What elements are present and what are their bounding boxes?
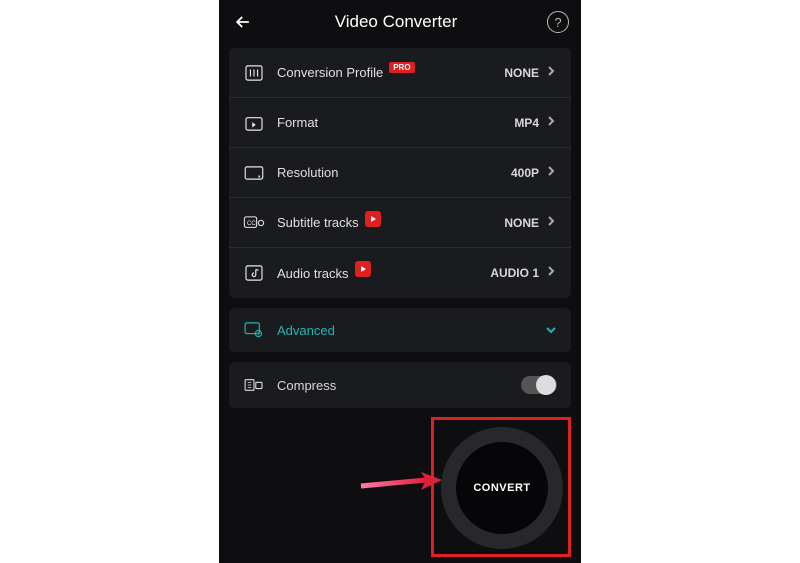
toggle-knob [536,375,556,395]
row-value: MP4 [514,116,539,130]
help-button[interactable]: ? [547,11,569,33]
convert-button[interactable]: CONVERT [441,427,563,549]
row-label: Subtitle tracks [277,215,504,231]
chevron-right-icon [547,214,557,232]
row-compress: Compress [229,362,571,408]
row-label: Advanced [277,323,545,338]
audio-icon [243,264,265,282]
row-label: Resolution [277,165,511,180]
highlight-box: CONVERT [431,417,571,557]
subtitle-icon: CC [243,214,265,232]
play-badge-icon [355,261,371,277]
row-value: NONE [504,216,539,230]
chevron-down-icon [545,321,557,339]
row-label: Conversion Profile PRO [277,65,504,80]
settings-list: Conversion Profile PRO NONE Format MP4 [229,48,571,298]
resolution-icon [243,164,265,182]
advanced-icon [243,321,265,339]
row-audio-tracks[interactable]: Audio tracks AUDIO 1 [229,248,571,298]
compress-toggle[interactable] [521,376,557,394]
row-label: Audio tracks [277,265,490,281]
row-value: 400P [511,166,539,180]
row-conversion-profile[interactable]: Conversion Profile PRO NONE [229,48,571,98]
page-title: Video Converter [245,12,547,32]
row-resolution[interactable]: Resolution 400P [229,148,571,198]
compress-icon [243,376,265,394]
row-value: NONE [504,66,539,80]
app-screen: Video Converter ? Conversion Profile PRO… [219,0,581,563]
row-format[interactable]: Format MP4 [229,98,571,148]
svg-text:CC: CC [247,219,256,226]
chevron-right-icon [547,264,557,282]
format-icon [243,114,265,132]
chevron-right-icon [547,64,557,82]
row-advanced[interactable]: Advanced [229,308,571,352]
header: Video Converter ? [219,0,581,44]
row-value: AUDIO 1 [490,266,539,280]
sliders-icon [243,64,265,82]
chevron-right-icon [547,164,557,182]
convert-label: CONVERT [456,442,548,534]
row-label: Compress [277,378,521,393]
row-label: Format [277,115,514,130]
chevron-right-icon [547,114,557,132]
row-subtitle-tracks[interactable]: CC Subtitle tracks NONE [229,198,571,248]
play-badge-icon [365,211,381,227]
pro-badge: PRO [389,62,414,73]
